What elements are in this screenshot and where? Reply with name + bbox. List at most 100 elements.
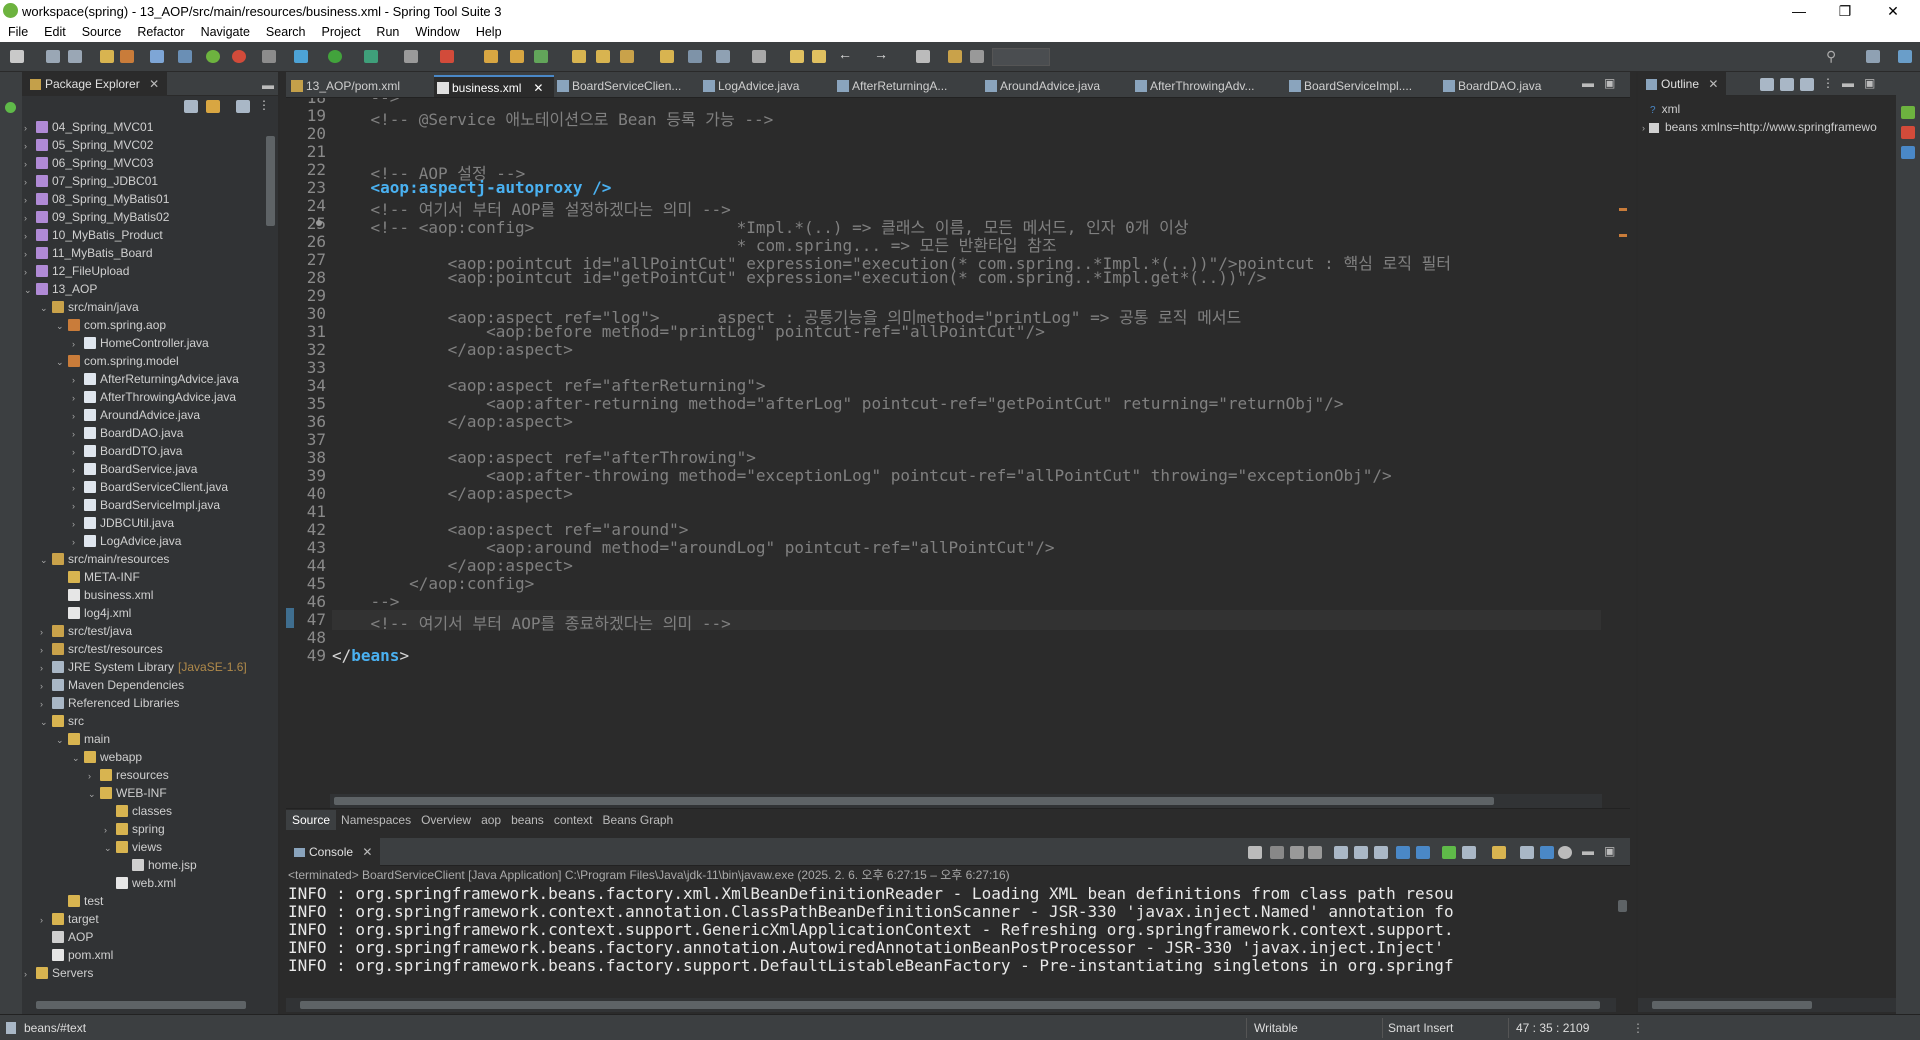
chevron-right-icon[interactable]: › xyxy=(24,209,36,227)
open-task-icon[interactable] xyxy=(596,50,610,63)
menu-source[interactable]: Source xyxy=(74,25,130,39)
tasks-icon[interactable] xyxy=(1901,146,1915,159)
package-explorer-tab[interactable]: Package Explorer ✕ xyxy=(22,71,168,96)
tree-item[interactable]: › resources xyxy=(88,766,169,784)
chevron-right-icon[interactable]: › xyxy=(72,371,84,389)
annotation-icon[interactable] xyxy=(660,50,674,63)
close-window-button[interactable]: ✕ xyxy=(1870,0,1916,22)
tree-item[interactable]: › 12_FileUpload xyxy=(24,262,129,280)
chevron-right-icon[interactable]: › xyxy=(24,263,36,281)
console-scroll-thumb[interactable] xyxy=(1618,900,1627,912)
editor-tab-boardserviceclient[interactable]: BoardServiceClien... xyxy=(554,75,700,97)
menu-window[interactable]: Window xyxy=(407,25,467,39)
chevron-right-icon[interactable]: › xyxy=(40,659,52,677)
menu-project[interactable]: Project xyxy=(314,25,369,39)
tree-item[interactable]: log4j.xml xyxy=(56,604,131,622)
stop-icon[interactable] xyxy=(404,50,418,63)
debug-icon[interactable] xyxy=(294,50,308,63)
tree-item[interactable]: ⌄ 13_AOP xyxy=(24,280,97,298)
chevron-right-icon[interactable]: › xyxy=(72,515,84,533)
minimize-button[interactable]: — xyxy=(1776,0,1822,22)
outline-tab[interactable]: Outline ✕ xyxy=(1638,71,1727,96)
code-line[interactable]: <aop:around method="aroundLog" pointcut-… xyxy=(332,538,1054,557)
run-icon[interactable] xyxy=(328,50,342,63)
tree-item[interactable]: › JRE System Library [JavaSE-1.6] xyxy=(40,658,247,676)
tree-item[interactable]: › BoardDAO.java xyxy=(72,424,183,442)
tree-item[interactable]: › 04_Spring_MVC01 xyxy=(24,118,153,136)
editor-hscroll-thumb[interactable] xyxy=(334,797,1494,805)
tree-scroll-thumb[interactable] xyxy=(266,136,275,226)
editor-tab-afterreturning[interactable]: AfterReturningA... xyxy=(834,75,980,97)
boot-dashboard-icon[interactable] xyxy=(232,50,246,63)
restart-icon[interactable] xyxy=(1248,846,1262,859)
tab-beans[interactable]: beans xyxy=(506,813,549,827)
tree-item[interactable]: › 06_Spring_MVC03 xyxy=(24,154,153,172)
external-tools-icon[interactable] xyxy=(440,50,454,63)
java-ee-perspective-icon[interactable] xyxy=(1898,50,1912,63)
chevron-right-icon[interactable]: › xyxy=(24,173,36,191)
minimize-editor-icon[interactable]: ▬ xyxy=(1582,76,1594,90)
menu-search[interactable]: Search xyxy=(258,25,314,39)
tree-item[interactable]: › target xyxy=(40,910,99,928)
display-console-icon[interactable] xyxy=(1462,846,1476,859)
coverage-icon[interactable] xyxy=(364,50,378,63)
tree-item[interactable]: home.jsp xyxy=(120,856,197,874)
link-editor-icon[interactable] xyxy=(1800,78,1814,91)
chevron-down-icon[interactable]: ⌄ xyxy=(56,731,68,749)
chevron-right-icon[interactable]: › xyxy=(72,461,84,479)
editor-tab-logadvice[interactable]: LogAdvice.java xyxy=(700,75,830,97)
tree-item[interactable]: › 05_Spring_MVC02 xyxy=(24,136,153,154)
menu-navigate[interactable]: Navigate xyxy=(193,25,258,39)
chevron-down-icon[interactable]: ⌄ xyxy=(88,785,100,803)
close-icon[interactable]: ✕ xyxy=(1708,77,1718,91)
new-class-icon[interactable] xyxy=(534,50,548,63)
tree-item[interactable]: › 07_Spring_JDBC01 xyxy=(24,172,158,190)
servers-icon[interactable] xyxy=(262,50,276,63)
previous-annotation-icon[interactable] xyxy=(752,50,766,63)
view-filters-icon[interactable] xyxy=(236,100,250,113)
menu-run[interactable]: Run xyxy=(368,25,407,39)
terminal-icon[interactable] xyxy=(150,50,164,63)
view-menu-icon[interactable]: ⋮ xyxy=(1822,76,1834,90)
code-line[interactable]: </beans> xyxy=(332,646,409,665)
maximize-button[interactable]: ❐ xyxy=(1822,0,1868,22)
last-edit-location-icon[interactable] xyxy=(790,50,804,63)
tree-item[interactable]: ⌄ src xyxy=(40,712,84,730)
tree-item[interactable]: ⌄ WEB-INF xyxy=(88,784,167,802)
chevron-right-icon[interactable]: › xyxy=(72,443,84,461)
close-icon[interactable]: ✕ xyxy=(533,81,543,95)
word-wrap-icon[interactable] xyxy=(1374,846,1388,859)
pin-console-icon[interactable] xyxy=(1442,846,1456,859)
ansi-icon[interactable] xyxy=(1540,846,1554,859)
chevron-right-icon[interactable]: › xyxy=(40,641,52,659)
show-on-output-icon[interactable] xyxy=(1396,846,1410,859)
chevron-down-icon[interactable]: ⌄ xyxy=(72,749,84,767)
chevron-right-icon[interactable]: › xyxy=(72,389,84,407)
new-package-icon[interactable] xyxy=(510,50,524,63)
code-line[interactable]: </aop:config> xyxy=(332,574,534,593)
chevron-right-icon[interactable]: › xyxy=(24,119,36,137)
open-console-icon[interactable] xyxy=(1492,846,1506,859)
fold-marker-icon[interactable] xyxy=(316,220,322,226)
tree-horizontal-scrollbar[interactable] xyxy=(22,998,262,1012)
web-browser-icon[interactable] xyxy=(688,50,702,63)
tree-item[interactable]: › AfterThrowingAdvice.java xyxy=(72,388,236,406)
collapse-all-icon[interactable] xyxy=(184,100,198,113)
code-line[interactable]: <aop:after-throwing method="exceptionLog… xyxy=(332,466,1391,485)
code-line[interactable]: <aop:before method="printLog" pointcut-r… xyxy=(332,322,1045,341)
pin-editor-icon[interactable] xyxy=(916,50,930,63)
chevron-right-icon[interactable]: › xyxy=(40,911,52,929)
tree-item[interactable]: › Servers xyxy=(24,964,93,982)
code-line[interactable]: </aop:aspect> xyxy=(332,412,573,431)
tab-aop[interactable]: aop xyxy=(476,813,506,827)
code-line[interactable]: <aop:pointcut id="getPointCut" expressio… xyxy=(332,268,1267,287)
tree-hscroll-thumb[interactable] xyxy=(36,1001,246,1009)
chevron-right-icon[interactable]: › xyxy=(72,479,84,497)
next-annotation-icon[interactable] xyxy=(716,50,730,63)
chevron-down-icon[interactable]: ⌄ xyxy=(104,839,116,857)
save-icon[interactable] xyxy=(46,50,60,63)
code-line[interactable]: --> xyxy=(332,592,400,611)
chevron-right-icon[interactable]: › xyxy=(24,155,36,173)
tree-item[interactable]: classes xyxy=(104,802,172,820)
code-line[interactable]: <aop:aspect ref="afterReturning"> xyxy=(332,376,766,395)
